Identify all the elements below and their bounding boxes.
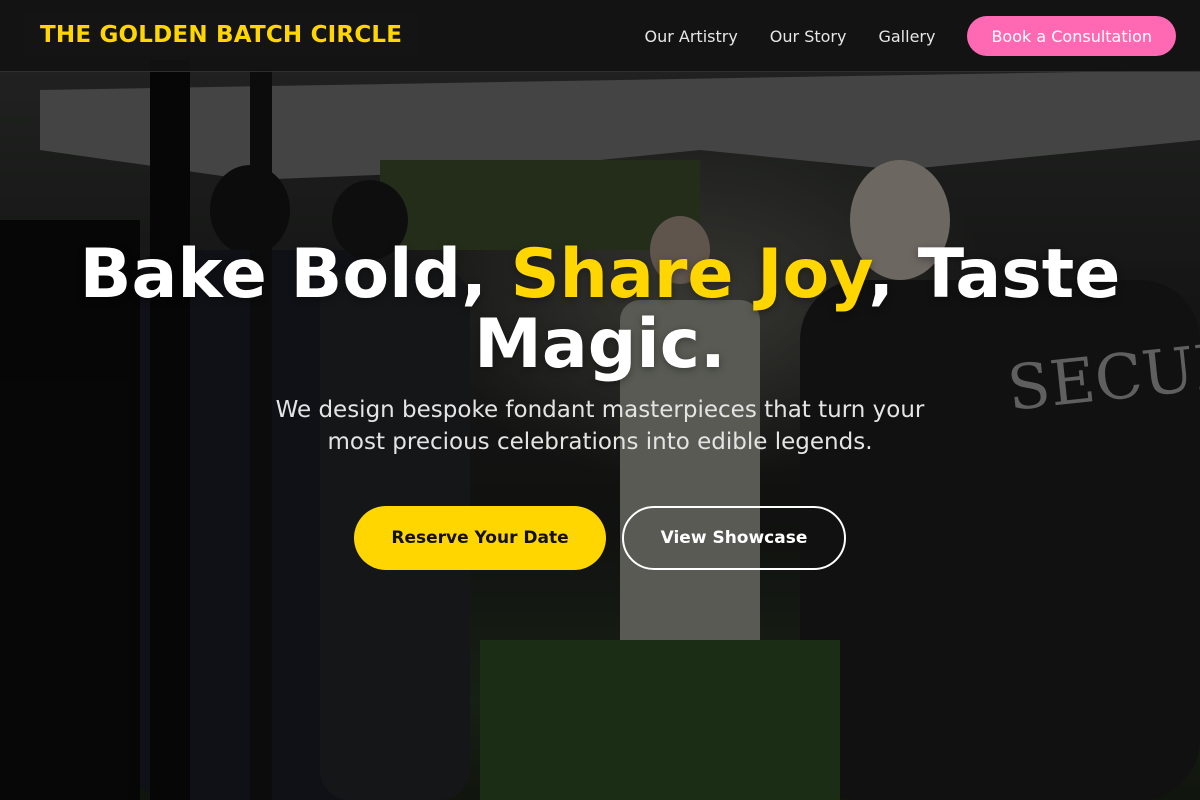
site-header: THE GOLDEN BATCH CIRCLE Our Artistry Our… <box>0 0 1200 72</box>
main-nav: Our Artistry Our Story Gallery Book a Co… <box>645 16 1176 56</box>
view-showcase-button[interactable]: View Showcase <box>622 506 846 570</box>
brand-logo-text[interactable]: THE GOLDEN BATCH CIRCLE <box>24 14 419 56</box>
hero-subtitle: We design bespoke fondant masterpieces t… <box>275 397 925 455</box>
nav-link-gallery[interactable]: Gallery <box>878 27 935 46</box>
hero-section: Bake Bold, Share Joy, Taste Magic. We de… <box>0 240 1200 570</box>
hero-button-group: Reserve Your Date View Showcase <box>0 506 1200 570</box>
reserve-date-button[interactable]: Reserve Your Date <box>354 506 606 570</box>
nav-link-our-artistry[interactable]: Our Artistry <box>645 27 738 46</box>
hero-title-part-1: Bake Bold, <box>79 235 511 314</box>
nav-link-our-story[interactable]: Our Story <box>770 27 847 46</box>
book-consultation-button[interactable]: Book a Consultation <box>967 16 1176 56</box>
hero-title: Bake Bold, Share Joy, Taste Magic. <box>50 240 1150 380</box>
hero-title-accent: Share Joy <box>510 235 869 314</box>
